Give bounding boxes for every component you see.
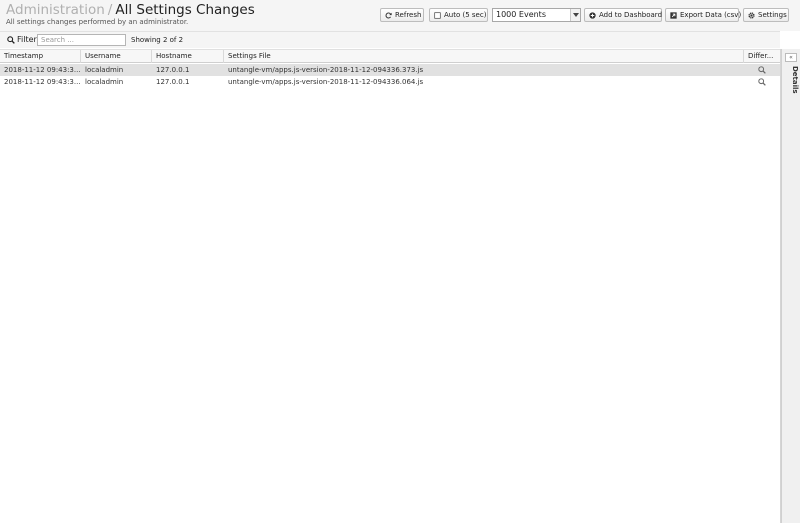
events-limit-value: 1000 Events — [496, 10, 546, 19]
cell-username: localadmin — [85, 78, 124, 86]
export-data-button[interactable]: Export Data (csv) — [665, 8, 742, 22]
refresh-icon — [385, 12, 392, 18]
breadcrumb-separator: / — [107, 2, 113, 18]
export-icon — [670, 11, 677, 19]
chevron-down-icon[interactable] — [570, 9, 580, 21]
column-header-differences[interactable]: Differ... — [744, 50, 780, 63]
gear-icon — [748, 11, 755, 19]
cell-hostname: 127.0.0.1 — [156, 66, 190, 74]
column-header-hostname[interactable]: Hostname — [152, 50, 224, 63]
export-data-label: Export Data (csv) — [680, 11, 742, 19]
settings-label: Settings — [758, 11, 787, 19]
view-differences-icon[interactable] — [744, 64, 780, 76]
cell-settings-file: untangle-vm/apps.js-version-2018-11-12-0… — [228, 78, 424, 86]
auto-refresh-toggle[interactable]: Auto (5 sec) — [429, 8, 488, 22]
page-header: Administration / All Settings Changes All … — [0, 0, 800, 31]
cell-username: localadmin — [85, 66, 124, 74]
column-header-timestamp[interactable]: Timestamp — [0, 50, 81, 63]
details-panel[interactable]: « Details — [781, 49, 800, 523]
filter-bar: Filter Showing 2 of 2 — [0, 31, 780, 48]
column-header-username[interactable]: Username — [81, 50, 152, 63]
settings-changes-grid: Timestamp Username Hostname Settings Fil… — [0, 49, 781, 523]
view-differences-icon[interactable] — [744, 76, 780, 88]
cell-timestamp: 2018-11-12 09:43:3... — [4, 78, 81, 86]
table-row[interactable]: 2018-11-12 09:43:3... localadmin 127.0.0… — [0, 64, 780, 76]
column-header-settings-file[interactable]: Settings File — [224, 50, 744, 63]
cell-hostname: 127.0.0.1 — [156, 78, 190, 86]
checkbox-icon — [434, 11, 441, 19]
page-title: Administration / All Settings Changes — [6, 2, 255, 19]
auto-refresh-label: Auto (5 sec) — [444, 11, 487, 19]
details-panel-label: Details — [791, 66, 799, 94]
settings-button[interactable]: Settings — [743, 8, 789, 22]
refresh-label: Refresh — [395, 11, 422, 19]
add-to-dashboard-button[interactable]: Add to Dashboard — [584, 8, 662, 22]
search-icon — [7, 35, 15, 44]
cell-settings-file: untangle-vm/apps.js-version-2018-11-12-0… — [228, 66, 424, 74]
filter-label-text: Filter — [17, 35, 37, 44]
page-subtitle: All settings changes performed by an adm… — [6, 18, 189, 26]
plus-circle-icon — [589, 11, 596, 19]
results-count: Showing 2 of 2 — [131, 36, 184, 44]
table-row[interactable]: 2018-11-12 09:43:3... localadmin 127.0.0… — [0, 76, 780, 88]
expand-panel-icon[interactable]: « — [785, 53, 797, 62]
add-to-dashboard-label: Add to Dashboard — [599, 11, 663, 19]
cell-timestamp: 2018-11-12 09:43:3... — [4, 66, 81, 74]
search-input[interactable] — [37, 34, 126, 46]
refresh-button[interactable]: Refresh — [380, 8, 424, 22]
grid-header: Timestamp Username Hostname Settings Fil… — [0, 49, 780, 63]
breadcrumb-current: All Settings Changes — [115, 2, 255, 18]
breadcrumb-parent[interactable]: Administration — [6, 2, 105, 18]
filter-label: Filter — [7, 35, 37, 44]
events-limit-select[interactable]: 1000 Events — [492, 8, 581, 22]
